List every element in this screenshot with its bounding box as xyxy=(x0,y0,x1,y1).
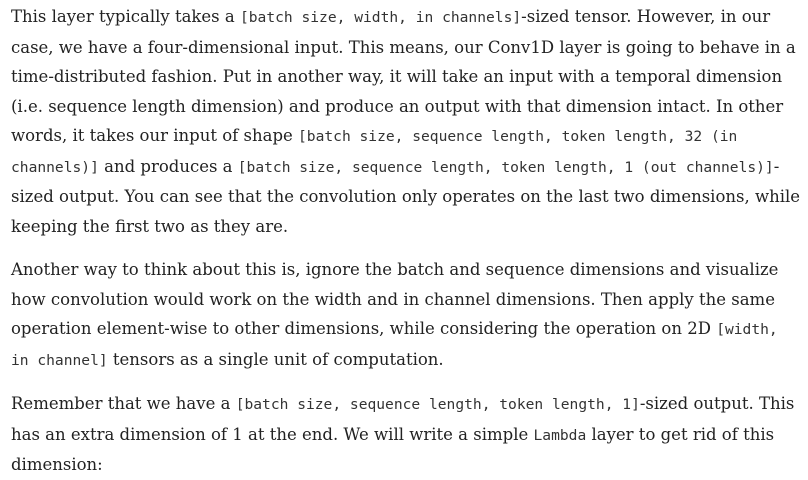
paragraph-text: Remember that we have a xyxy=(11,394,236,413)
paragraph-text: Another way to think about this is, igno… xyxy=(11,260,779,338)
paragraph-text: tensors as a single unit of computation. xyxy=(107,349,444,369)
paragraph-text: and produces a xyxy=(98,156,238,176)
code-span: [batch size, sequence length, token leng… xyxy=(235,396,640,413)
code-span: [batch size, width, in channels] xyxy=(239,9,522,26)
code-span: Lambda xyxy=(533,426,587,444)
paragraph-conv1d-behavior: This layer typically takes a [batch size… xyxy=(11,0,801,241)
paragraph-convolution-intuition: Another way to think about this is, igno… xyxy=(11,255,801,375)
paragraph-lambda-layer: Remember that we have a [batch size, seq… xyxy=(11,389,801,480)
document-body: This layer typically takes a [batch size… xyxy=(11,0,801,480)
code-span: [batch size, sequence length, token leng… xyxy=(237,158,774,176)
paragraph-text: -sized tensor. However, in our case, we … xyxy=(11,7,796,145)
paragraph-text: This layer typically takes a xyxy=(11,7,240,26)
